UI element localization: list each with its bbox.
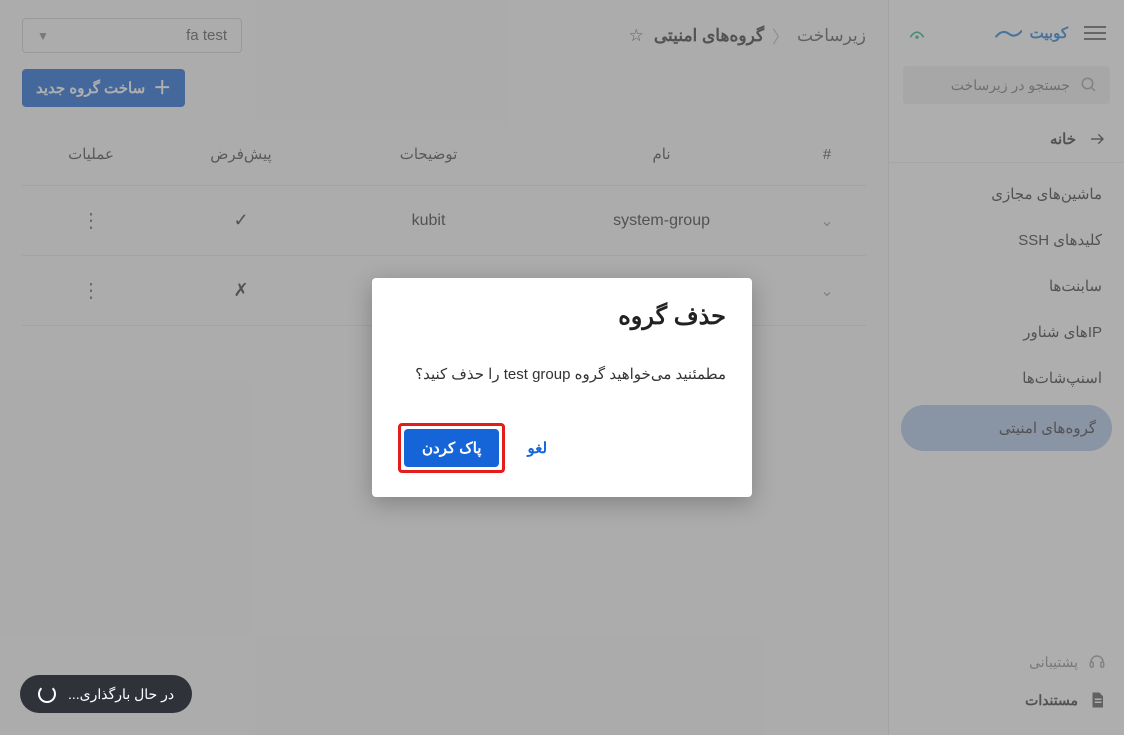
delete-button-highlight: پاک کردن bbox=[398, 423, 505, 473]
dialog-message: مطمئنید می‌خواهید گروه test group را حذف… bbox=[398, 363, 726, 387]
toast-label: در حال بارگذاری... bbox=[68, 686, 174, 703]
delete-group-dialog: حذف گروه مطمئنید می‌خواهید گروه test gro… bbox=[372, 278, 752, 497]
dialog-title: حذف گروه bbox=[398, 302, 726, 331]
delete-button[interactable]: پاک کردن bbox=[404, 429, 499, 467]
cancel-button[interactable]: لغو bbox=[527, 439, 547, 457]
spinner-icon bbox=[38, 685, 56, 703]
modal-overlay: حذف گروه مطمئنید می‌خواهید گروه test gro… bbox=[0, 0, 1124, 735]
loading-toast: در حال بارگذاری... bbox=[20, 675, 192, 713]
